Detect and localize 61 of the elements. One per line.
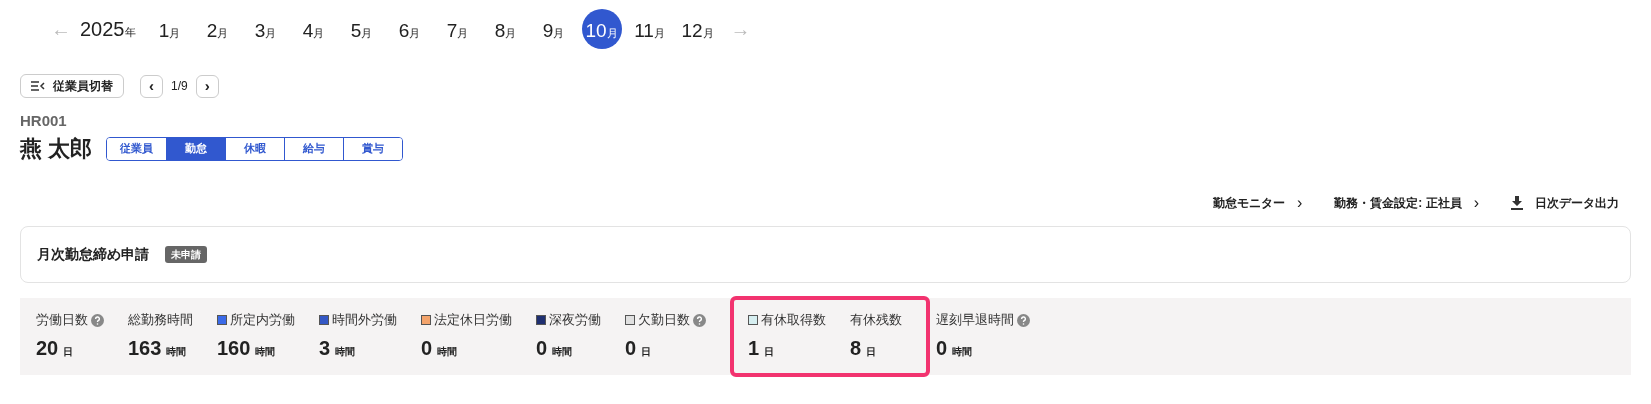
stat-label: 欠勤日数 — [638, 311, 690, 330]
stat-value: 0 — [625, 335, 637, 361]
year-button[interactable]: 2025年 — [80, 14, 136, 44]
month-button[interactable]: 12月 — [677, 9, 718, 49]
month-button[interactable]: 7月 — [437, 9, 478, 49]
next-page-button[interactable]: › — [195, 74, 219, 98]
stat-unit: 日 — [641, 344, 652, 359]
month-button[interactable]: 6月 — [389, 9, 430, 49]
stat-label: 所定内労働 — [230, 311, 295, 330]
stat-unit: 時間 — [552, 344, 573, 359]
month-button[interactable]: 4月 — [293, 9, 334, 49]
page-indicator: 1/9 — [171, 78, 188, 95]
stat-unit: 時間 — [255, 344, 276, 359]
stat-value: 1 — [748, 335, 760, 361]
month-button[interactable]: 10月 — [581, 9, 622, 49]
stat-unit: 日 — [63, 344, 74, 359]
stat-unit: 日 — [764, 344, 775, 359]
stat-unit: 時間 — [952, 344, 973, 359]
employee-code: HR001 — [20, 112, 68, 130]
stat-value: 0 — [536, 335, 548, 361]
stat-label: 総勤務時間 — [128, 311, 193, 330]
stat-value: 0 — [936, 335, 948, 361]
month-button[interactable]: 2月 — [197, 9, 238, 49]
stat-value: 0 — [421, 335, 433, 361]
download-button[interactable]: 日次データ出力 — [1511, 194, 1619, 212]
stat-label: 労働日数 — [36, 311, 88, 330]
stat-label: 法定休日労働 — [434, 311, 512, 330]
stat-unit: 時間 — [166, 344, 187, 359]
stat-value: 163 — [128, 335, 162, 361]
tab[interactable]: 賞与 — [343, 137, 403, 160]
help-icon[interactable] — [91, 313, 104, 327]
stat-unit: 日 — [866, 344, 877, 359]
employee-name: 燕 太郎 — [20, 135, 93, 163]
stat-value: 8 — [850, 335, 862, 361]
month-button[interactable]: 8月 — [485, 9, 526, 49]
stat-value: 3 — [319, 335, 331, 361]
switch-employee-button[interactable]: 従業員切替 — [20, 74, 124, 98]
month-button[interactable]: 5月 — [341, 9, 382, 49]
stat-unit: 時間 — [437, 344, 458, 359]
status-badge: 未申請 — [165, 246, 207, 263]
month-button[interactable]: 3月 — [245, 9, 286, 49]
list-collapse-icon — [31, 81, 45, 91]
month-button[interactable]: 11月 — [629, 9, 670, 49]
nav-link[interactable]: 勤務・賃金設定: 正社員 › — [1334, 191, 1479, 215]
stat-label: 有休残数 — [850, 311, 902, 330]
month-button[interactable]: 1月 — [149, 9, 190, 49]
download-icon — [1511, 196, 1523, 210]
month-button[interactable]: 9月 — [533, 9, 574, 49]
stat-label: 深夜労働 — [549, 311, 601, 330]
stat-label: 時間外労働 — [332, 311, 397, 330]
tab[interactable]: 勤怠 — [166, 137, 226, 160]
card-title: 月次勤怠締め申請 — [37, 245, 149, 264]
nav-link[interactable]: 勤怠モニター › — [1213, 191, 1303, 215]
help-icon[interactable] — [1017, 313, 1030, 327]
stat-unit: 時間 — [335, 344, 356, 359]
stat-value: 20 — [36, 335, 59, 361]
stat-label: 有休取得数 — [761, 311, 826, 330]
stat-value: 160 — [217, 335, 251, 361]
prev-page-button[interactable]: ‹ — [140, 74, 163, 98]
help-icon[interactable] — [693, 313, 706, 327]
stat-label: 遅刻早退時間 — [936, 311, 1014, 330]
